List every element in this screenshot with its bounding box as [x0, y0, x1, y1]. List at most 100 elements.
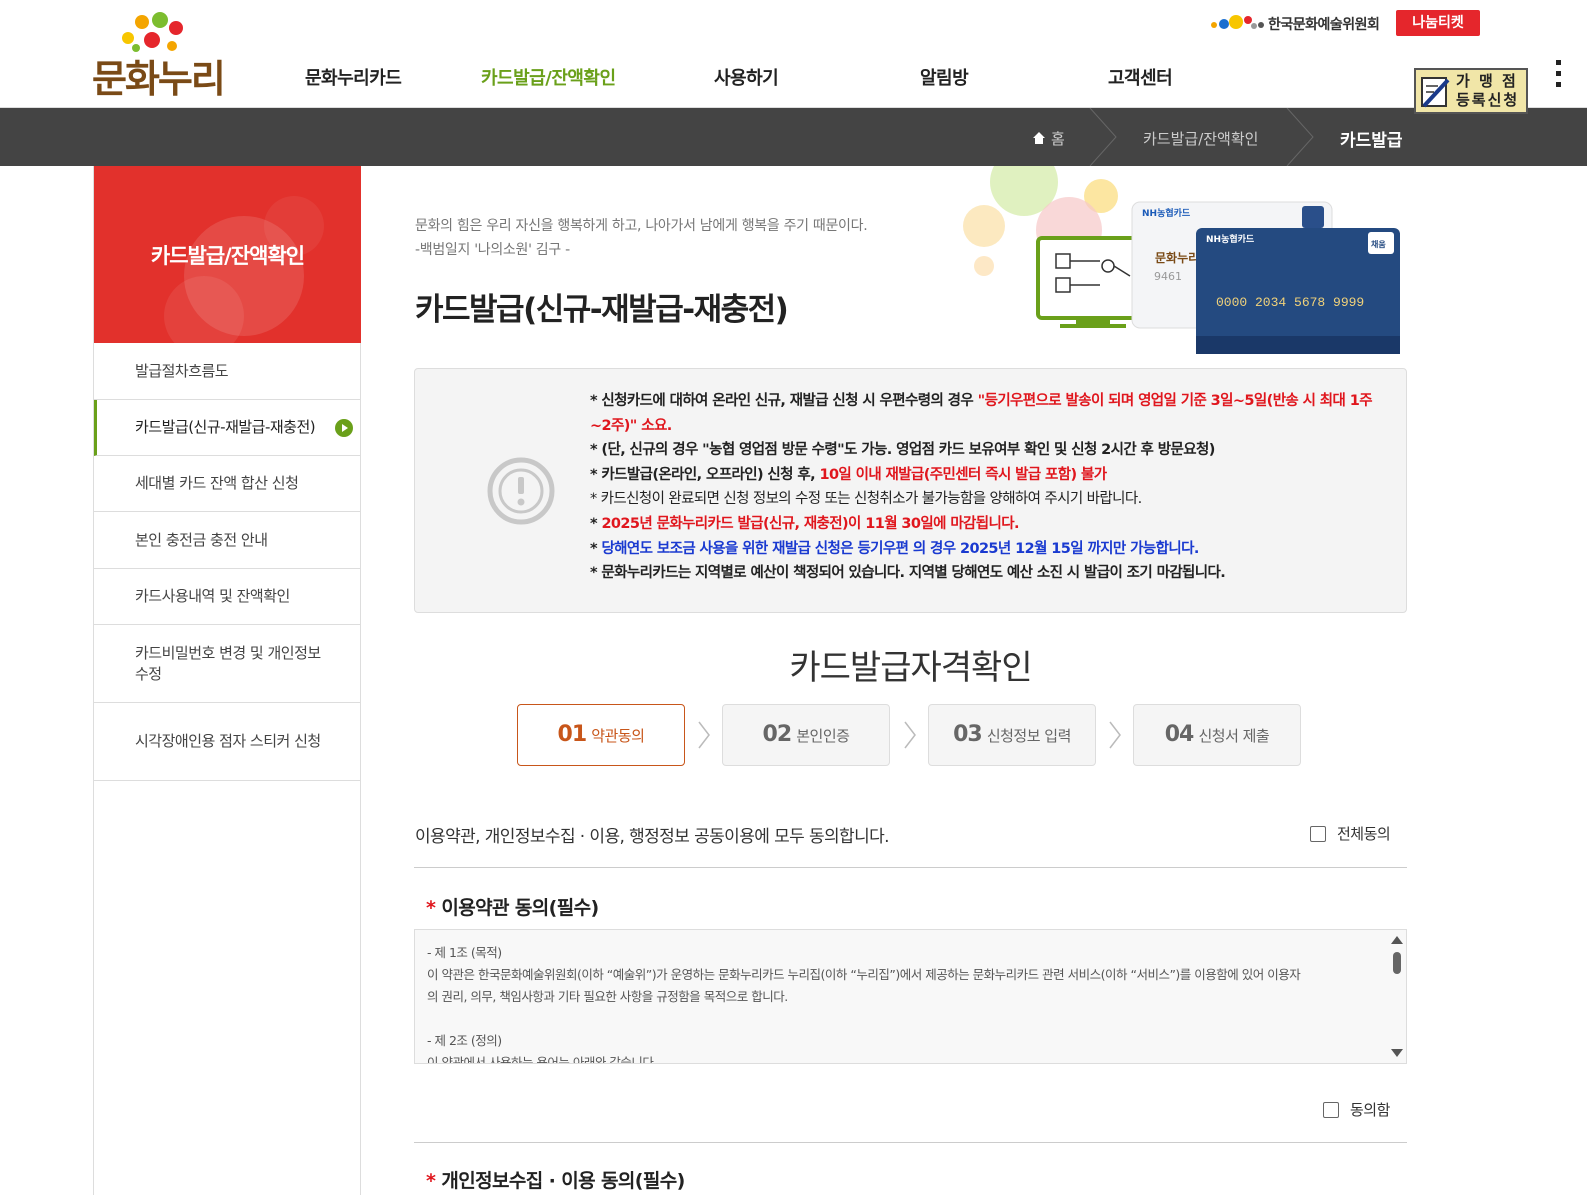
pen-document-icon — [1421, 77, 1450, 108]
sidebar-item-balance-merge[interactable]: 세대별 카드 잔액 합산 신청 — [94, 456, 361, 512]
breadcrumb-separator-icon — [1089, 108, 1117, 166]
terms-of-use-textarea[interactable]: - 제 1조 (목적) 이 약관은 한국문화예술위원회(이하 “예술위”)가 운… — [414, 929, 1407, 1064]
site-logo[interactable]: 문화누리 — [92, 12, 232, 101]
notice-line-6: * 당해연도 보조금 사용을 위한 재발급 신청은 등기우편 의 경우 2025… — [590, 540, 1199, 557]
terms-agree-label[interactable]: 동의함 — [1350, 1099, 1390, 1120]
terms-scrollbar[interactable] — [1388, 930, 1406, 1063]
sidebar-item-label: 세대별 카드 잔액 합산 신청 — [135, 474, 299, 492]
nav-customer-center[interactable]: 고객센터 — [1108, 64, 1173, 90]
breadcrumb-separator-icon — [1286, 108, 1314, 166]
step-number: 01 — [557, 722, 588, 747]
nav-card-issue[interactable]: 카드발급/잔액확인 — [481, 64, 616, 90]
arko-name: 한국문화예술위원회 — [1268, 17, 1380, 33]
card1-logo: 문화누리 — [1155, 250, 1199, 265]
agree-all-checkbox[interactable] — [1310, 826, 1326, 842]
card2-number: 0000 2034 5678 9999 — [1216, 295, 1364, 310]
merchant-register-button[interactable]: 가 맹 점 등록신청 — [1414, 68, 1528, 114]
notice-line-2: * (단, 신규의 경우 "농협 영업점 방문 수령"도 가능. 영업점 카드 … — [590, 442, 1215, 459]
terms-title-text: 이용약관 동의(필수) — [441, 897, 599, 919]
chevron-right-icon — [698, 721, 710, 749]
card-badge: 채움 — [1371, 239, 1386, 249]
terms-line: 이 약관은 한국문화예술위원회(이하 “예술위”)가 운영하는 문화누리카드 누… — [427, 967, 1301, 982]
nanum-ticket-logo[interactable]: 나눔티켓 — [1396, 10, 1480, 36]
notice-box: * 신청카드에 대하여 온라인 신규, 재발급 신청 시 우편수령의 경우 "등… — [414, 368, 1407, 613]
chevron-right-icon — [1109, 721, 1121, 749]
sidebar-item-process-flow[interactable]: 발급절차흐름도 — [94, 343, 361, 400]
logo-text: 문화누리 — [92, 57, 226, 101]
breadcrumb: 홈 카드발급/잔액확인 카드발급 — [0, 108, 1587, 166]
breadcrumb-level1[interactable]: 카드발급/잔액확인 — [1143, 128, 1258, 149]
sidebar-item-card-issue[interactable]: 카드발급(신규-재발급-재충전) — [94, 400, 361, 456]
breadcrumb-current: 카드발급 — [1340, 131, 1403, 151]
step-submit-application: 04 신청서 제출 — [1133, 704, 1301, 766]
divider — [414, 1142, 1407, 1143]
agree-all-text: 이용약관, 개인정보수집 · 이용, 행정정보 공동이용에 모두 동의합니다. — [415, 827, 890, 847]
breadcrumb-home[interactable]: 홈 — [1051, 128, 1065, 149]
notice-line-4: * 카드신청이 완료되면 신청 정보의 수정 또는 신청취소가 불가능함을 양해… — [590, 491, 1142, 508]
nav-usage[interactable]: 사용하기 — [714, 64, 779, 90]
card1-number: 9461 — [1154, 270, 1182, 283]
sidebar-item-label: 시각장애인용 점자 스티커 신청 — [135, 732, 321, 750]
divider — [414, 867, 1407, 868]
merchant-label-1: 가 맹 점 — [1456, 72, 1518, 90]
card-visual-image: NH농협카드 문화누리 9461 NH농협카드 채움 0000 2034 567… — [960, 148, 1410, 356]
scroll-up-icon[interactable] — [1391, 936, 1403, 944]
logo-flower-icon — [122, 12, 183, 52]
sidebar-item-label: 발급절차흐름도 — [135, 361, 229, 380]
chevron-right-icon — [904, 721, 916, 749]
terms-line: - 제 2조 (정의) — [427, 1033, 502, 1048]
agree-all-label[interactable]: 전체동의 — [1337, 823, 1391, 844]
exclamation-circle-icon — [487, 457, 555, 525]
scroll-thumb[interactable] — [1393, 952, 1401, 974]
nav-culture-card[interactable]: 문화누리카드 — [305, 64, 402, 90]
required-mark: * — [426, 897, 436, 919]
step-number: 02 — [762, 722, 793, 747]
sidebar-item-self-charge[interactable]: 본인 충전금 충전 안내 — [94, 512, 361, 569]
section-title: 카드발급자격확인 — [789, 648, 1032, 688]
step-application-info: 03 신청정보 입력 — [928, 704, 1096, 766]
notice-line-5: * 2025년 문화누리카드 발급(신규, 재충전)이 11월 30일에 마감됩… — [590, 515, 1020, 532]
notice-line-3: * 카드발급(온라인, 오프라인) 신청 후, 10일 이내 재발급(주민센터 … — [590, 466, 1107, 483]
sidebar-header: 카드발급/잔액확인 — [94, 166, 361, 343]
notice-text: * 신청카드에 대하여 온라인 신규, 재발급 신청 시 우편수령의 경우 "등… — [590, 389, 1380, 586]
card1-brand: NH농협카드 — [1142, 207, 1191, 219]
privacy-consent-title: * 개인정보수집 · 이용 동의(필수) — [426, 1166, 685, 1193]
quote: 문화의 힘은 우리 자신을 행복하게 하고, 나아가서 남에게 행복을 주기 때… — [415, 214, 868, 262]
sidebar-item-usage-history[interactable]: 카드사용내역 및 잔액확인 — [94, 569, 361, 625]
quote-author: -백범일지 '나의소원' 김구 - — [415, 242, 570, 258]
terms-line — [427, 1008, 1372, 1030]
sidebar-item-label: 카드발급(신규-재발급-재충전) — [135, 418, 316, 436]
sidebar-item-braille-sticker[interactable]: 시각장애인용 점자 스티커 신청 — [94, 703, 361, 781]
sidebar-item-label: 카드사용내역 및 잔액확인 — [135, 587, 290, 605]
terms-line: 의 권리, 의무, 책임사항과 기타 필요한 사항을 규정함을 목적으로 합니다… — [427, 989, 788, 1004]
home-icon — [1033, 132, 1045, 144]
scroll-down-icon[interactable] — [1391, 1049, 1403, 1057]
site-header: 문화누리 문화누리카드 카드발급/잔액확인 사용하기 알림방 고객센터 한국문화… — [0, 0, 1587, 108]
sidebar-item-label: 본인 충전금 충전 안내 — [135, 530, 268, 549]
terms-content: - 제 1조 (목적) 이 약관은 한국문화예술위원회(이하 “예술위”)가 운… — [427, 942, 1372, 1063]
sidebar-item-password-change[interactable]: 카드비밀번호 변경 및 개인정보수정 — [94, 625, 361, 703]
terms-of-use-title: * 이용약관 동의(필수) — [426, 893, 599, 920]
terms-title-text: 개인정보수집 · 이용 동의(필수) — [441, 1170, 685, 1192]
step-identity-verification: 02 본인인증 — [722, 704, 890, 766]
page-title: 카드발급(신규-재발급-재충전) — [415, 292, 789, 328]
active-arrow-icon — [335, 418, 353, 437]
merchant-label-2: 등록신청 — [1456, 91, 1520, 109]
step-label: 신청정보 입력 — [986, 727, 1072, 745]
card2-brand: NH농협카드 — [1206, 233, 1255, 245]
notice-line-7: * 문화누리카드는 지역별로 예산이 책정되어 있습니다. 지역별 당해연도 예… — [590, 565, 1226, 582]
step-terms-agreement: 01 약관동의 — [517, 704, 685, 766]
quote-text: 문화의 힘은 우리 자신을 행복하게 하고, 나아가서 남에게 행복을 주기 때… — [415, 218, 868, 234]
arko-logo[interactable]: 한국문화예술위원회 — [1208, 12, 1393, 34]
sidebar-item-label: 카드비밀번호 변경 및 개인정보수정 — [135, 643, 321, 683]
more-menu-icon[interactable] — [1556, 60, 1562, 90]
nav-notice[interactable]: 알림방 — [920, 64, 969, 90]
notice-line-1: * 신청카드에 대하여 온라인 신규, 재발급 신청 시 우편수령의 경우 "등… — [590, 393, 1373, 434]
sidebar: 카드발급/잔액확인 발급절차흐름도 카드발급(신규-재발급-재충전) 세대별 카… — [93, 166, 361, 1195]
terms-agree-checkbox[interactable] — [1323, 1102, 1339, 1118]
step-label: 본인인증 — [796, 727, 850, 745]
terms-line: - 제 1조 (목적) — [427, 945, 502, 960]
sidebar-title: 카드발급/잔액확인 — [150, 244, 305, 268]
required-mark: * — [426, 1170, 436, 1192]
arko-dots-icon — [1211, 15, 1264, 29]
